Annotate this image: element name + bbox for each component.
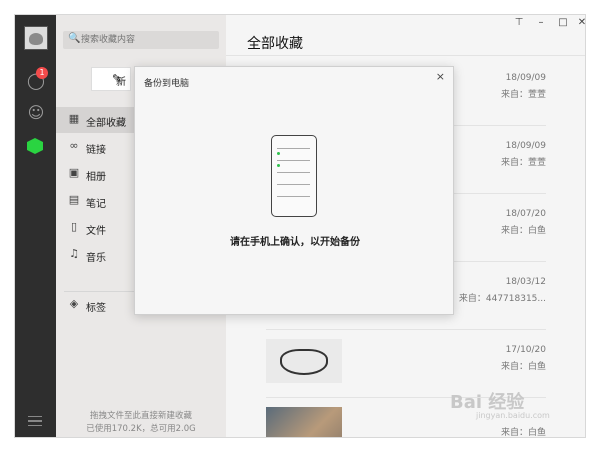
dialog-message: 请在手机上确认，以开始备份	[230, 237, 360, 248]
notification-badge: 1	[36, 67, 48, 79]
avatar[interactable]	[24, 26, 48, 50]
item-thumbnail[interactable]	[266, 407, 342, 437]
tag-icon: ◈	[69, 297, 79, 310]
favorites-cube-icon[interactable]	[27, 138, 43, 154]
item-source: 来自：萱萱	[500, 90, 546, 100]
close-icon[interactable]: ✕	[576, 17, 585, 28]
new-note-button[interactable]: ✎ 新	[91, 67, 131, 91]
left-navbar: ◯ 1 ☺	[15, 15, 56, 437]
image-icon: ▣	[68, 166, 80, 179]
item-date: 18/09/09	[505, 73, 546, 83]
item-source: 来自：萱萱	[500, 158, 546, 168]
item-date: 18/09/09	[505, 141, 546, 151]
item-divider	[266, 329, 546, 330]
grid-icon: ▦	[68, 112, 80, 125]
sidebar-item-label: 相册	[86, 172, 106, 183]
note-icon: ▤	[68, 193, 80, 206]
dialog-title: 备份到电脑	[144, 79, 190, 89]
sidebar-item-label: 全部收藏	[86, 118, 126, 129]
item-source: 来自：447718315...	[458, 294, 546, 304]
search-input[interactable]	[81, 31, 215, 49]
sidebar-item-label: 链接	[86, 145, 106, 156]
storage-usage: 已使用170.2K，总可用2.0G	[86, 424, 196, 434]
close-icon[interactable]: ×	[436, 70, 445, 83]
item-source: 来自：白鱼	[500, 362, 546, 372]
item-source: 来自：白鱼	[500, 226, 546, 236]
item-date: 17/10/20	[505, 345, 546, 355]
pen-icon: ✎	[112, 72, 122, 85]
phone-icon	[271, 135, 317, 217]
sidebar-item-label: 笔记	[86, 199, 106, 210]
drag-hint: 拖拽文件至此直接新建收藏	[89, 411, 192, 421]
watermark-url: jingyan.baidu.com	[476, 411, 550, 420]
sidebar-item-label: 标签	[86, 303, 106, 314]
backup-dialog: 备份到电脑 × 请在手机上确认，以开始备份	[134, 66, 454, 315]
sidebar-item-label: 文件	[86, 226, 106, 237]
search-icon: 🔍	[68, 33, 81, 44]
item-thumbnail[interactable]	[266, 339, 342, 383]
pin-icon[interactable]: ⊤	[513, 17, 525, 28]
menu-icon[interactable]	[28, 416, 42, 426]
sidebar-item-label: 音乐	[86, 253, 106, 264]
page-title: 全部收藏	[247, 36, 303, 52]
contacts-icon[interactable]: ☺	[26, 103, 46, 123]
file-icon: ▯	[70, 220, 78, 233]
maximize-icon[interactable]: □	[557, 17, 569, 28]
item-date: 18/03/12	[505, 277, 546, 287]
search-box[interactable]: 🔍	[63, 31, 219, 49]
item-date: 18/07/20	[505, 209, 546, 219]
divider	[226, 55, 585, 56]
music-icon: ♫	[69, 247, 79, 260]
item-source: 来自：白鱼	[500, 428, 546, 438]
link-icon: ∞	[69, 139, 79, 152]
minimize-icon[interactable]: –	[535, 17, 547, 28]
